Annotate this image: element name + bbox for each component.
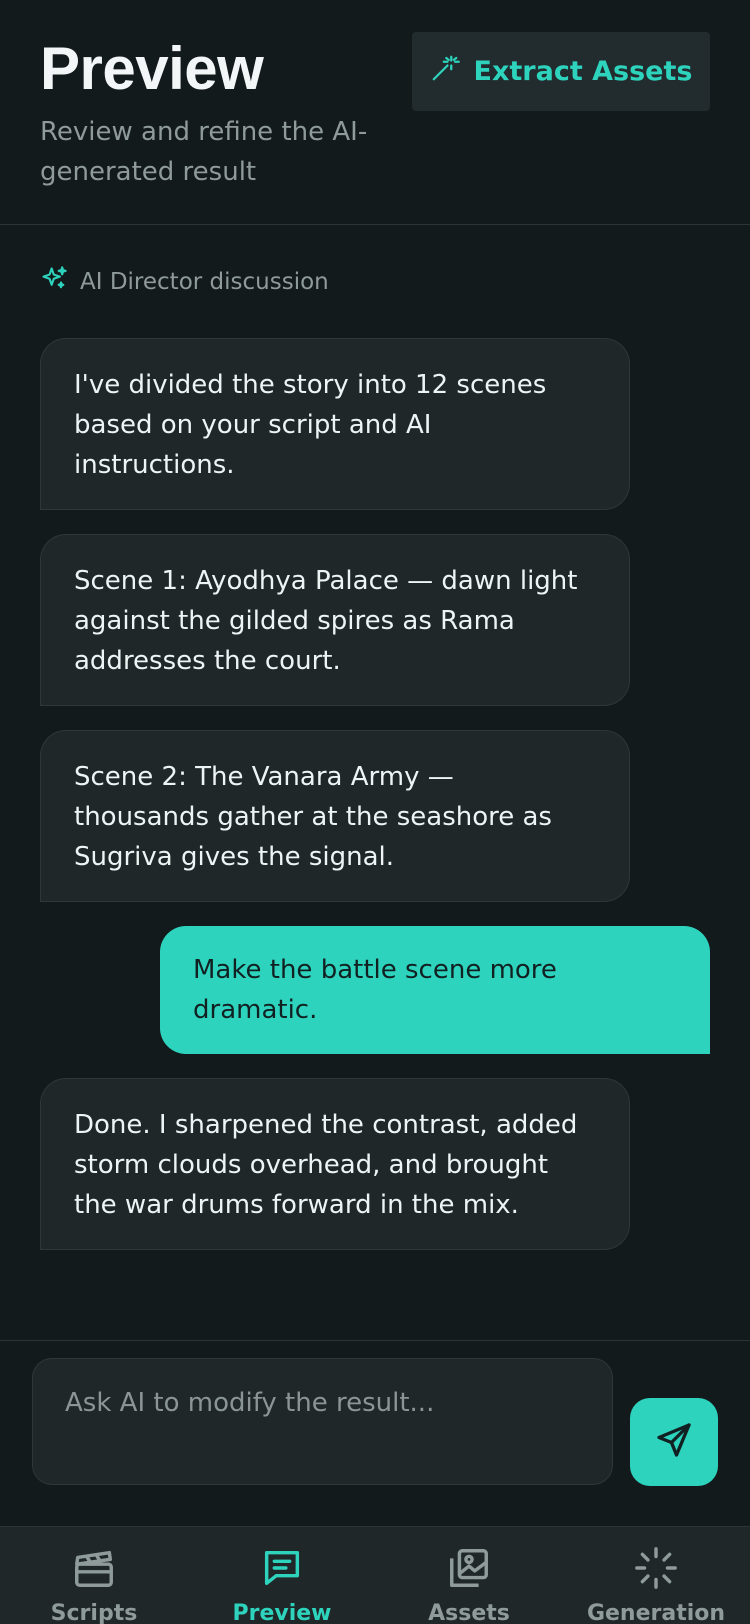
- message-icon: [259, 1527, 305, 1595]
- discussion-label: AI Director discussion: [40, 264, 329, 300]
- ask-ai-input[interactable]: Ask AI to modify the result...: [32, 1358, 613, 1485]
- message-text: Done. I sharpened the contrast, added st…: [74, 1110, 578, 1220]
- nav-item-preview[interactable]: Preview: [188, 1527, 376, 1624]
- magic-wand-icon: [430, 53, 460, 90]
- discussion-label-text: AI Director discussion: [80, 269, 329, 295]
- clapperboard-icon: [71, 1527, 117, 1595]
- composer-divider: [0, 1340, 750, 1341]
- nav-item-generation[interactable]: Generation: [562, 1527, 750, 1624]
- page-header: Preview Review and refine the AI-generat…: [0, 0, 750, 225]
- ask-ai-placeholder: Ask AI to modify the result...: [65, 1388, 435, 1418]
- nav-label-assets: Assets: [428, 1601, 510, 1624]
- extract-assets-button[interactable]: Extract Assets: [412, 32, 710, 111]
- ai-message: Scene 2: The Vanara Army — thousands gat…: [40, 730, 630, 902]
- bottom-nav: Scripts Preview Assets Generation: [0, 1526, 750, 1624]
- ai-message: Done. I sharpened the contrast, added st…: [40, 1078, 630, 1250]
- message-text: Make the battle scene more dramatic.: [193, 955, 557, 1025]
- nav-item-scripts[interactable]: Scripts: [0, 1527, 188, 1624]
- extract-assets-label: Extract Assets: [473, 56, 693, 87]
- sparkles-icon: [40, 265, 68, 299]
- loader-icon: [633, 1527, 679, 1595]
- nav-label-preview: Preview: [232, 1601, 332, 1624]
- message-text: Scene 1: Ayodhya Palace — dawn light aga…: [74, 566, 578, 676]
- message-text: Scene 2: The Vanara Army — thousands gat…: [74, 762, 552, 872]
- nav-label-generation: Generation: [586, 1601, 726, 1624]
- message-text: I've divided the story into 12 scenes ba…: [74, 370, 547, 480]
- send-button[interactable]: [630, 1398, 718, 1486]
- page-subtitle: Review and refine the AI-generated resul…: [40, 117, 368, 187]
- nav-label-scripts: Scripts: [50, 1601, 138, 1624]
- nav-item-assets[interactable]: Assets: [375, 1527, 563, 1624]
- user-message: Make the battle scene more dramatic.: [160, 926, 710, 1054]
- ai-message: I've divided the story into 12 scenes ba…: [40, 338, 630, 510]
- ai-message: Scene 1: Ayodhya Palace — dawn light aga…: [40, 534, 630, 706]
- page-title: Preview: [40, 35, 264, 102]
- app-root: Preview Review and refine the AI-generat…: [0, 0, 750, 1624]
- send-icon: [654, 1420, 694, 1464]
- image-gallery-icon: [446, 1527, 492, 1595]
